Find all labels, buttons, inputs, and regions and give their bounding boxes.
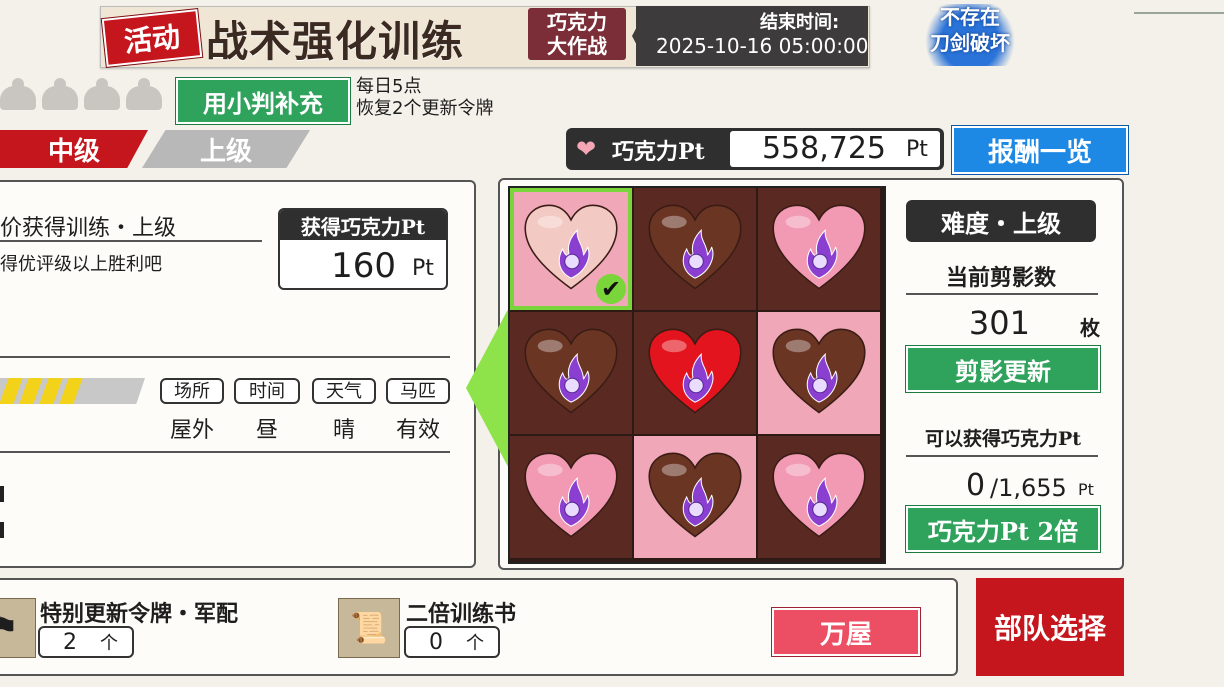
divider xyxy=(0,356,450,358)
event-title: 战术强化训练 xyxy=(206,17,465,66)
selection-pointer xyxy=(466,298,514,478)
grid-cell[interactable] xyxy=(510,436,632,558)
obtainable-max: /1,655 xyxy=(990,474,1067,502)
event-subtitle-line1: 巧克力 xyxy=(547,10,607,34)
obtainable-unit: Pt xyxy=(1078,480,1094,499)
item-name-special-token: 特别更新令牌・军配 xyxy=(40,601,239,627)
bar-segment xyxy=(19,378,43,404)
condition-tag-location: 场所 xyxy=(160,378,224,404)
shop-button[interactable]: 万屋 xyxy=(772,608,920,656)
check-icon: ✔ xyxy=(596,274,626,304)
heart-grid: ✔ xyxy=(508,186,886,564)
mission-title: 价获得训练・上级 xyxy=(0,216,177,241)
heart-icon xyxy=(772,452,866,538)
choco-pt-unit: Pt xyxy=(906,137,928,162)
refresh-token-gauge xyxy=(0,78,176,118)
grid-cell[interactable] xyxy=(634,312,756,434)
cropped-mark xyxy=(0,486,4,502)
end-time-label: 结束时间: xyxy=(760,12,840,33)
item-count-unit: 个 xyxy=(100,633,118,654)
condition-value-time: 昼 xyxy=(255,418,278,443)
enemy-strength-bar xyxy=(0,378,145,404)
divider xyxy=(0,451,450,453)
reward-list-button[interactable]: 报酬一览 xyxy=(952,126,1128,174)
token-slot-icon xyxy=(84,78,120,110)
token-slot-icon xyxy=(0,78,36,110)
condition-value-weather: 晴 xyxy=(332,418,355,443)
grid-cell[interactable] xyxy=(758,436,880,558)
heart-icon xyxy=(648,204,742,290)
refill-note-line1: 每日5点 xyxy=(356,76,422,97)
grid-cell[interactable] xyxy=(634,436,756,558)
refill-with-koban-button[interactable]: 用小判补充 xyxy=(176,78,350,124)
bar-segment xyxy=(0,378,23,404)
grid-cell[interactable]: ✔ xyxy=(510,188,632,310)
top-right-divider xyxy=(1134,0,1224,14)
item-name-double-book: 二倍训练书 xyxy=(406,601,517,627)
token-slot-icon xyxy=(42,78,78,110)
item-count-double-book: 0 个 xyxy=(404,626,500,658)
grid-cell[interactable] xyxy=(758,312,880,434)
event-subtitle: 巧克力 大作战 xyxy=(528,8,626,60)
grid-cell[interactable] xyxy=(758,188,880,310)
choco-pt-value: 558,725 xyxy=(761,131,886,166)
grid-cell[interactable] xyxy=(634,188,756,310)
event-subtitle-line2: 大作战 xyxy=(547,34,607,58)
event-tag: 活动 xyxy=(101,9,203,67)
heart-icon xyxy=(524,328,618,414)
earn-choco-value: 160 xyxy=(331,246,396,286)
heart-icon xyxy=(524,452,618,538)
heart-icon xyxy=(648,452,742,538)
silhouette-count: 301 xyxy=(968,304,1030,342)
cropped-mark xyxy=(0,522,4,538)
team-select-button[interactable]: 部队选择 xyxy=(976,578,1124,676)
silhouette-label: 当前剪影数 xyxy=(945,265,1056,291)
divider xyxy=(906,455,1098,457)
silhouette-refresh-button[interactable]: 剪影更新 xyxy=(906,346,1100,392)
refill-note-line2: 恢复2个更新令牌 xyxy=(356,98,494,119)
condition-tag-weather: 天气 xyxy=(312,378,376,404)
token-icon: ⚑ xyxy=(0,598,36,658)
grid-cell[interactable] xyxy=(510,312,632,434)
obtainable-choco-label: 可以获得巧克力Pt xyxy=(924,428,1082,450)
tab-mid-grade[interactable]: 中级 xyxy=(0,130,148,168)
item-count-unit: 个 xyxy=(466,633,484,654)
item-count-special-token: 2 个 xyxy=(38,626,134,658)
no-broken-line1: 不存在 xyxy=(940,5,1000,29)
earn-choco-header: 获得巧克力Pt xyxy=(280,210,446,240)
heart-icon xyxy=(772,328,866,414)
silhouette-unit: 枚 xyxy=(1080,316,1100,340)
bar-segment xyxy=(59,378,83,404)
heart-icon xyxy=(648,328,742,414)
end-time-value: 2025-10-16 05:00:00 xyxy=(656,34,869,58)
no-sword-break-badge: 不存在 刀剑破坏 xyxy=(918,4,1022,66)
item-count-value: 0 xyxy=(429,629,443,655)
condition-value-horse: 有效 xyxy=(395,418,440,443)
choco-double-button[interactable]: 巧克力Pt 2倍 xyxy=(906,506,1100,552)
condition-tag-time: 时间 xyxy=(234,378,300,404)
token-slot-icon xyxy=(126,78,162,110)
difficulty-badge: 难度・上级 xyxy=(906,200,1096,242)
mission-description: 得优评级以上胜利吧 xyxy=(0,254,162,275)
refill-note: 每日5点 恢复2个更新令牌 xyxy=(356,76,493,120)
condition-tag-horse: 马匹 xyxy=(386,378,450,404)
mission-title-underline xyxy=(0,240,262,242)
item-count-value: 2 xyxy=(63,629,77,655)
heart-icon: ❤ xyxy=(576,135,597,163)
scroll-icon: 📜 xyxy=(338,598,400,658)
heart-icon xyxy=(772,204,866,290)
bar-segment xyxy=(39,378,63,404)
tab-upper-grade[interactable]: 上级 xyxy=(142,130,310,168)
no-broken-line2: 刀剑破坏 xyxy=(930,31,1010,55)
choco-pt-label: 巧克力Pt xyxy=(612,139,705,165)
obtainable-current: 0 xyxy=(966,468,986,503)
divider xyxy=(906,293,1098,295)
condition-value-location: 屋外 xyxy=(169,418,214,443)
earn-choco-unit: Pt xyxy=(412,256,434,281)
